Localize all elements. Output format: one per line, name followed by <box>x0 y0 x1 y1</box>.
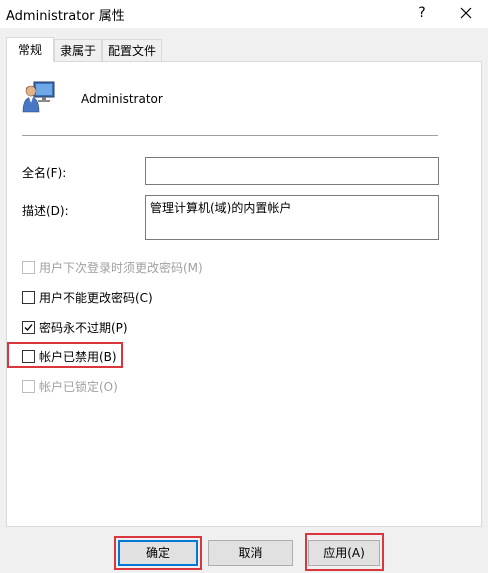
tab-general[interactable]: 常规 <box>6 37 54 62</box>
apply-button[interactable]: 应用(A) <box>308 540 380 566</box>
option-password-never-expires[interactable]: 密码永不过期(P) <box>22 319 128 335</box>
option-account-disabled[interactable]: 帐户已禁用(B) <box>22 348 117 364</box>
option-must-change-password[interactable]: 用户下次登录时须更改密码(M) <box>22 259 203 275</box>
general-tab-panel: Administrator 全名(F): 描述(D): 管理计算机(域)的内置帐… <box>6 61 482 527</box>
cannot-change-password-label: 用户不能更改密码(C) <box>39 290 153 305</box>
user-name: Administrator <box>81 92 163 106</box>
cancel-button[interactable]: 取消 <box>208 540 293 566</box>
option-cannot-change-password[interactable]: 用户不能更改密码(C) <box>22 289 153 305</box>
account-locked-checkbox[interactable] <box>22 379 35 393</box>
window-title: Administrator 属性 <box>6 9 125 24</box>
header-divider <box>22 135 438 136</box>
account-disabled-checkbox[interactable] <box>22 349 35 363</box>
close-icon <box>460 7 472 19</box>
description-input[interactable]: 管理计算机(域)的内置帐户 <box>145 195 439 240</box>
checkmark-icon <box>24 323 33 331</box>
properties-dialog: Administrator 属性 ? 常规 隶属于 配置文件 Administr… <box>0 0 488 573</box>
tab-member-of[interactable]: 隶属于 <box>54 39 102 61</box>
option-account-locked[interactable]: 帐户已锁定(O) <box>22 378 118 394</box>
account-disabled-label: 帐户已禁用(B) <box>39 349 117 364</box>
help-button[interactable]: ? <box>410 2 434 26</box>
close-button[interactable] <box>452 2 480 26</box>
must-change-password-checkbox[interactable] <box>22 260 35 274</box>
ok-button[interactable]: 确定 <box>118 540 198 566</box>
must-change-password-label: 用户下次登录时须更改密码(M) <box>39 260 203 275</box>
password-never-expires-label: 密码永不过期(P) <box>39 320 128 335</box>
description-label: 描述(D): <box>22 204 69 218</box>
user-monitor-icon <box>22 81 55 113</box>
title-bar: Administrator 属性 ? <box>0 0 488 28</box>
full-name-input[interactable] <box>145 157 439 185</box>
tab-profile[interactable]: 配置文件 <box>102 39 162 61</box>
cannot-change-password-checkbox[interactable] <box>22 290 35 304</box>
password-never-expires-checkbox[interactable] <box>22 320 35 334</box>
account-locked-label: 帐户已锁定(O) <box>39 379 118 394</box>
full-name-label: 全名(F): <box>22 166 67 180</box>
